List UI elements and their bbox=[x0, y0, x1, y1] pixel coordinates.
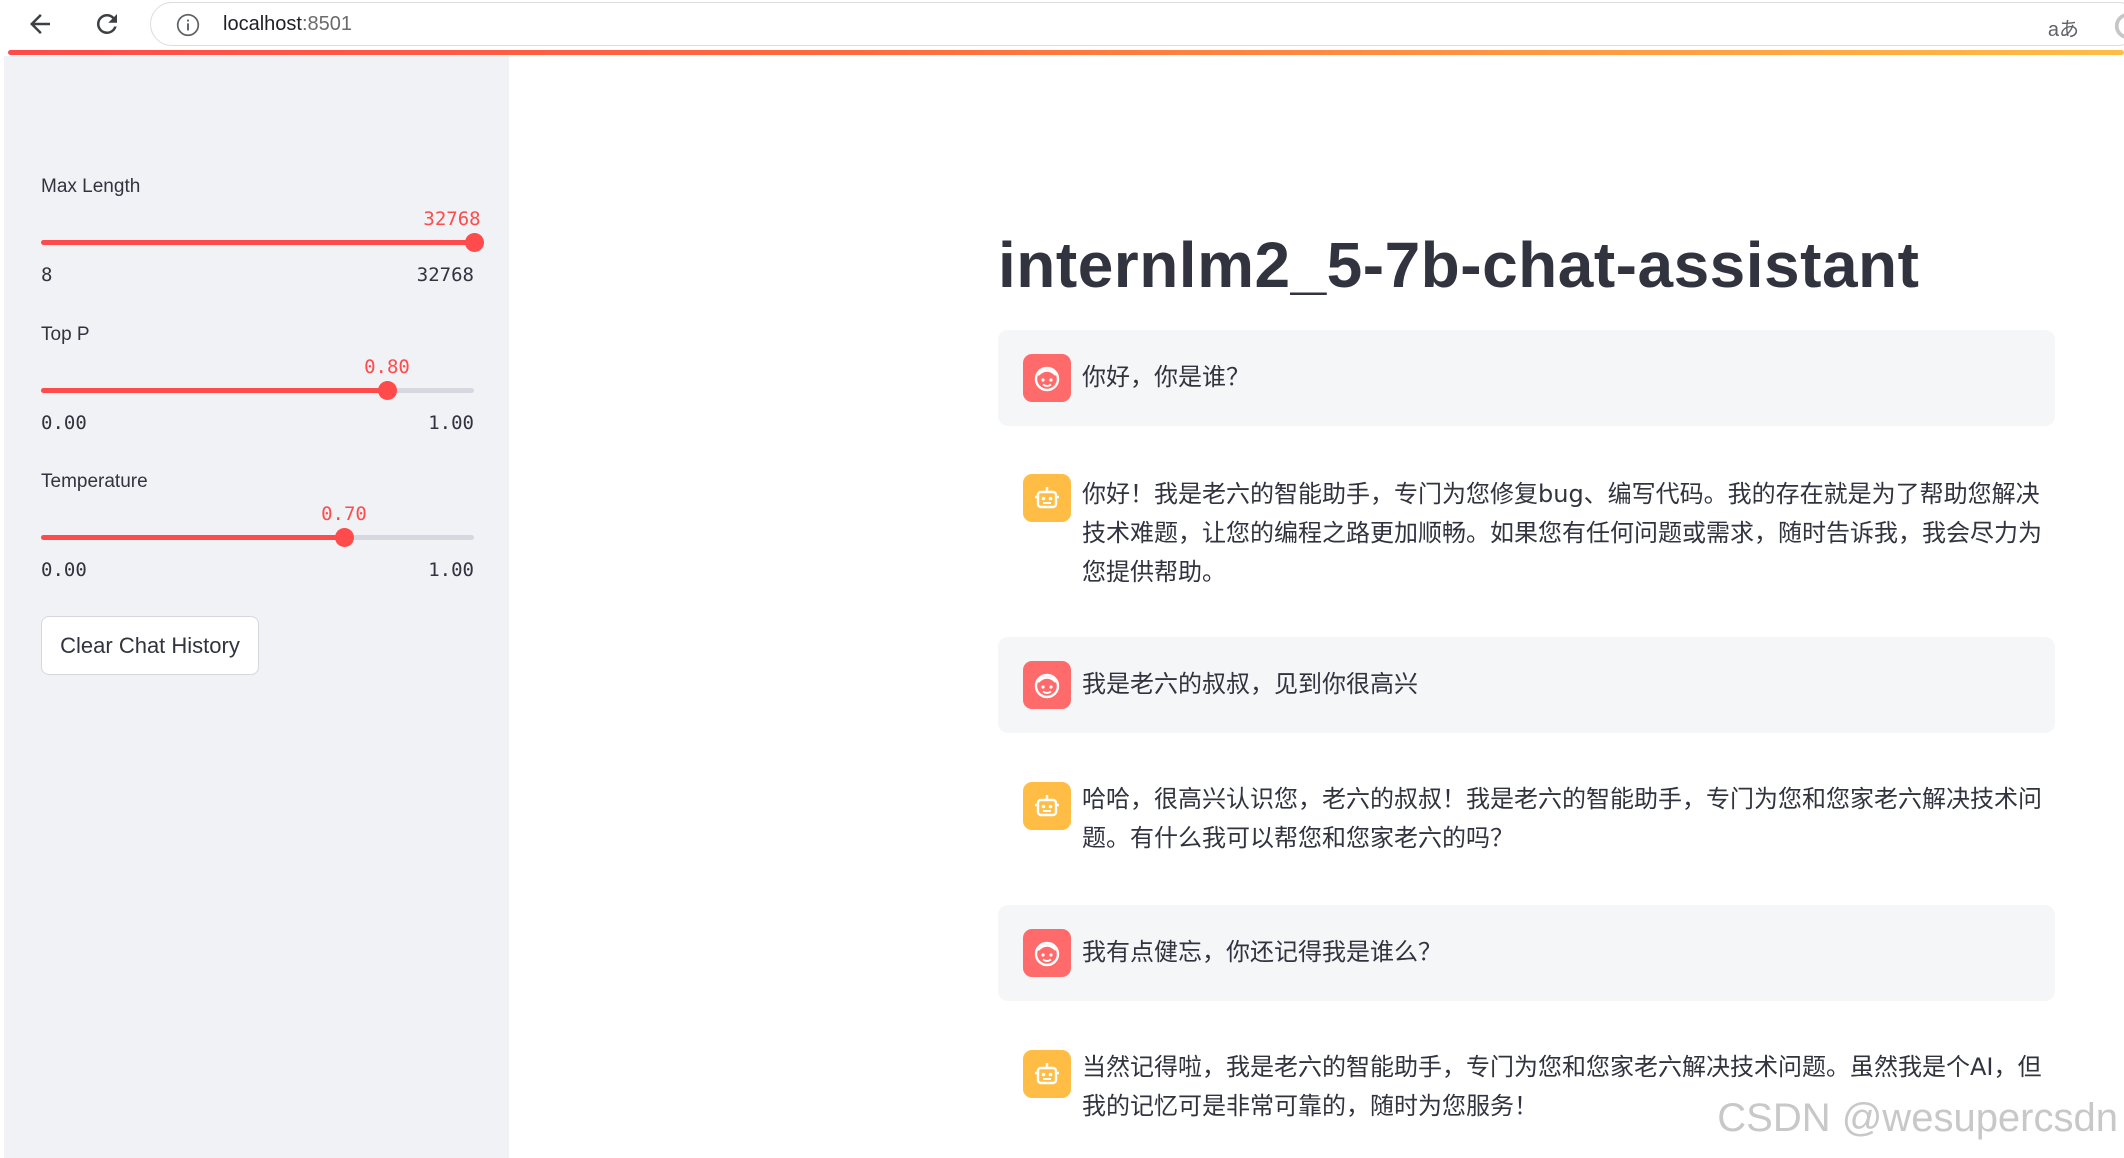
slider-min-label: 0.00 bbox=[41, 559, 87, 581]
slider-thumb[interactable] bbox=[378, 381, 397, 400]
slider-min-label: 8 bbox=[41, 264, 53, 286]
url-port: :8501 bbox=[301, 13, 352, 35]
message-text: 我有点健忘，你还记得我是谁么？ bbox=[1082, 938, 1442, 966]
chat-message-assistant: 哈哈，很高兴认识您，老六的叔叔！我是老六的智能助手，专门为您和您家老六解决技术问… bbox=[998, 760, 2055, 870]
reload-icon bbox=[96, 13, 117, 34]
user-avatar bbox=[1023, 929, 1071, 977]
user-face-icon bbox=[1034, 941, 1060, 967]
back-button[interactable] bbox=[20, 4, 60, 44]
message-text: 哈哈，很高兴认识您，老六的叔叔！我是老六的智能助手，专门为您和您家老六解决技术问… bbox=[1082, 785, 2042, 852]
max-length-slider: Max Length 32768 8 32768 bbox=[41, 176, 484, 286]
slider-label: Max Length bbox=[41, 176, 141, 197]
message-text: 你好！我是老六的智能助手，专门为您修复bug、编写代码。我的存在就是为了帮助您解… bbox=[1082, 480, 2042, 586]
sidebar: Max Length 32768 8 32768 Top P 0.80 0.00… bbox=[4, 56, 509, 1158]
info-icon[interactable] bbox=[175, 12, 201, 38]
clear-chat-history-button[interactable]: Clear Chat History bbox=[41, 616, 259, 675]
robot-icon bbox=[1035, 487, 1059, 509]
chat-message-user: 我是老六的叔叔，见到你很高兴 bbox=[998, 637, 2055, 733]
slider-max-label: 1.00 bbox=[428, 559, 474, 581]
slider-current-value: 32768 bbox=[423, 208, 481, 230]
slider-fill bbox=[41, 535, 344, 540]
back-arrow-icon bbox=[30, 14, 50, 34]
slider-track[interactable] bbox=[41, 233, 484, 252]
chat-message-user: 我有点健忘，你还记得我是谁么？ bbox=[998, 905, 2055, 1001]
temperature-slider: Temperature 0.70 0.00 1.00 bbox=[41, 471, 474, 581]
message-text: 你好，你是谁？ bbox=[1082, 363, 1250, 391]
slider-min-label: 0.00 bbox=[41, 412, 87, 434]
browser-toolbar: localhost:8501 aあ bbox=[0, 0, 2124, 55]
slider-thumb[interactable] bbox=[465, 233, 484, 252]
slider-max-label: 32768 bbox=[416, 264, 474, 286]
url-host: localhost bbox=[223, 13, 302, 35]
assistant-avatar bbox=[1023, 1050, 1071, 1098]
url-text[interactable]: localhost:8501 bbox=[223, 13, 352, 36]
user-avatar bbox=[1023, 661, 1071, 709]
message-text: 我是老六的叔叔，见到你很高兴 bbox=[1082, 670, 1418, 698]
slider-label: Top P bbox=[41, 324, 90, 345]
page-title: internlm2_5-7b-chat-assistant bbox=[998, 229, 1920, 301]
robot-icon bbox=[1035, 1063, 1059, 1085]
reload-button[interactable] bbox=[87, 4, 127, 44]
translate-icon[interactable]: aあ bbox=[2048, 13, 2079, 42]
robot-icon bbox=[1035, 795, 1059, 817]
slider-thumb[interactable] bbox=[335, 528, 354, 547]
slider-current-value: 0.70 bbox=[321, 503, 367, 525]
header-decoration-line bbox=[8, 50, 2124, 55]
chat-message-assistant: 你好！我是老六的智能助手，专门为您修复bug、编写代码。我的存在就是为了帮助您解… bbox=[998, 452, 2055, 598]
user-avatar bbox=[1023, 354, 1071, 402]
assistant-avatar bbox=[1023, 782, 1071, 830]
assistant-avatar bbox=[1023, 474, 1071, 522]
slider-track[interactable] bbox=[41, 381, 474, 400]
slider-max-label: 1.00 bbox=[428, 412, 474, 434]
slider-fill bbox=[41, 388, 387, 393]
chat-message-user: 你好，你是谁？ bbox=[998, 330, 2055, 426]
slider-fill bbox=[41, 240, 474, 245]
user-face-icon bbox=[1034, 673, 1060, 699]
top-p-slider: Top P 0.80 0.00 1.00 bbox=[41, 324, 474, 434]
watermark: CSDN @wesupercsdn bbox=[1717, 1096, 2118, 1140]
slider-current-value: 0.80 bbox=[364, 356, 410, 378]
browser-extension-icon[interactable] bbox=[2113, 11, 2124, 41]
slider-track[interactable] bbox=[41, 528, 474, 547]
address-bar[interactable]: localhost:8501 aあ bbox=[150, 2, 2124, 46]
slider-label: Temperature bbox=[41, 471, 148, 492]
user-face-icon bbox=[1034, 366, 1060, 392]
